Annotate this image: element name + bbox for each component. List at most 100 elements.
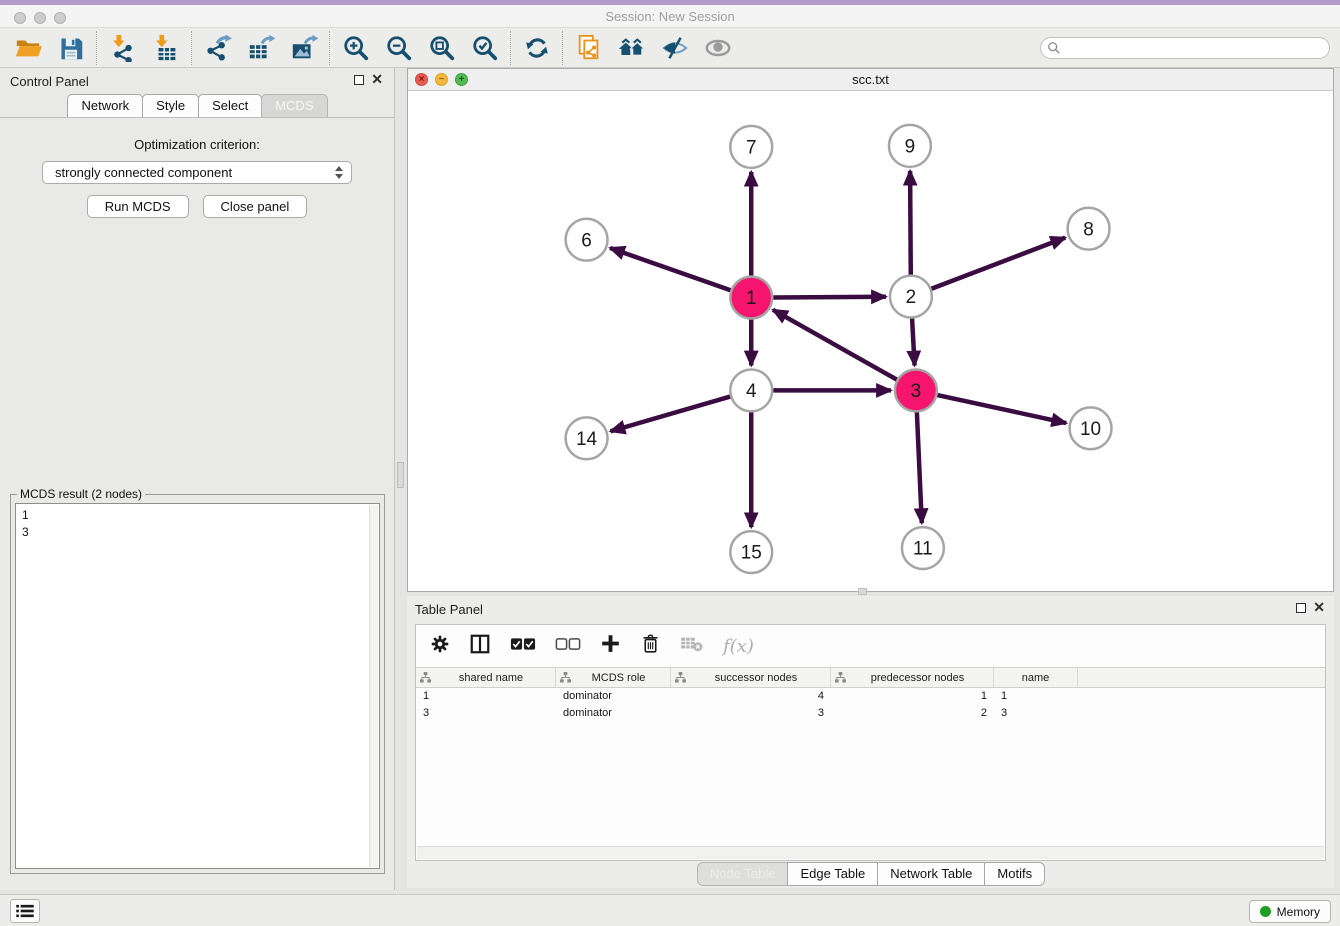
graph-node-label: 7 [746,138,757,159]
graph-node-label: 14 [576,429,597,450]
memory-button[interactable]: Memory [1249,900,1331,923]
graph-node-2[interactable]: 2 [890,276,932,318]
search-input[interactable] [1061,39,1329,57]
import-network-button[interactable] [101,30,144,66]
network-view-window: × − + scc.txt 7968124314101511 [407,68,1334,592]
graph-edge-1-6[interactable] [610,248,730,290]
deselect-all-columns-button[interactable] [555,637,581,656]
column-header-mcds-role[interactable]: MCDS role [556,668,671,687]
close-panel-icon[interactable]: ✕ [371,71,383,88]
delete-table-button[interactable] [680,635,704,658]
table-row[interactable]: 1dominator411 [416,688,1325,705]
run-mcds-button[interactable]: Run MCDS [87,195,189,218]
network-title: scc.txt [408,72,1333,87]
cell-name[interactable]: 1 [994,688,1078,705]
export-network-button[interactable] [196,30,239,66]
tab-motifs[interactable]: Motifs [984,862,1045,886]
show-all-button[interactable] [696,30,739,66]
graph-edge-3-1[interactable] [773,310,897,380]
zoom-out-button[interactable] [377,30,420,66]
tab-style[interactable]: Style [142,94,199,117]
graph-edge-1-2[interactable] [773,297,886,298]
cell-successor-nodes[interactable]: 4 [671,688,831,705]
cell-predecessor-nodes[interactable]: 2 [831,705,994,722]
tab-select[interactable]: Select [198,94,262,117]
float-table-panel-icon[interactable] [1296,603,1306,613]
open-folder-button[interactable] [6,30,49,66]
cell-name[interactable]: 3 [994,705,1078,722]
graph-node-7[interactable]: 7 [730,126,772,168]
task-history-button[interactable] [10,899,40,923]
graph-edge-3-10[interactable] [937,395,1066,423]
graph-edge-2-3[interactable] [912,319,914,366]
cell-successor-nodes[interactable]: 3 [671,705,831,722]
network-canvas[interactable]: 7 9 6 8 1 2 4 3 14 10 15 11 [408,91,1333,591]
close-table-panel-icon[interactable]: ✕ [1313,599,1325,616]
tab-node-table[interactable]: Node Table [697,862,789,886]
graph-edge-2-8[interactable] [931,238,1065,289]
zoom-selected-button[interactable] [463,30,506,66]
zoom-fit-button[interactable] [420,30,463,66]
float-panel-icon[interactable] [354,75,364,85]
function-builder-button[interactable]: f(x) [723,636,754,657]
table-panel-title: Table Panel [415,602,483,617]
cell-shared-name[interactable]: 1 [416,688,556,705]
cell-mcds-role[interactable]: dominator [556,688,671,705]
graph-node-4[interactable]: 4 [730,369,772,411]
graph-node-15[interactable]: 15 [730,531,772,573]
tab-network[interactable]: Network [67,94,143,117]
tab-edge-table[interactable]: Edge Table [787,862,878,886]
status-bar: Memory [0,894,1340,926]
vertical-splitter-grip[interactable] [397,462,404,488]
save-session-button[interactable] [49,30,92,66]
tab-network-table[interactable]: Network Table [877,862,985,886]
column-header-predecessor-nodes[interactable]: predecessor nodes [831,668,994,687]
zoom-in-button[interactable] [334,30,377,66]
column-header-successor-nodes[interactable]: successor nodes [671,668,831,687]
graph-node-9[interactable]: 9 [889,125,931,167]
search-field[interactable] [1040,37,1330,59]
graph-node-14[interactable]: 14 [566,417,608,459]
cell-predecessor-nodes[interactable]: 1 [831,688,994,705]
toolbar-separator [510,31,511,65]
horizontal-splitter-grip[interactable] [858,588,867,595]
first-neighbors-button[interactable] [610,30,653,66]
graph-node-1[interactable]: 1 [730,277,772,319]
graph-edge-3-11[interactable] [917,412,922,523]
table-horizontal-scrollbar[interactable] [417,846,1324,859]
criterion-dropdown[interactable]: strongly connected component [42,161,352,184]
close-panel-button[interactable]: Close panel [203,195,308,218]
plus-icon [600,633,621,654]
graph-node-10[interactable]: 10 [1070,407,1112,449]
duplicate-network-button[interactable] [567,30,610,66]
result-scrollbar[interactable] [369,505,378,867]
graph-node-label: 8 [1083,219,1094,240]
settings-gear-button[interactable] [430,634,450,659]
network-graph[interactable]: 7 9 6 8 1 2 4 3 14 10 15 11 [408,91,1333,591]
mcds-result-box: 1 3 [15,503,380,869]
delete-column-button[interactable] [640,633,661,659]
graph-node-8[interactable]: 8 [1068,208,1110,250]
graph-node-11[interactable]: 11 [902,527,944,569]
add-column-button[interactable] [600,633,621,659]
graph-node-label: 4 [746,381,757,402]
column-header-name[interactable]: name [994,668,1078,687]
tab-mcds[interactable]: MCDS [261,94,327,117]
split-columns-button[interactable] [469,633,491,660]
apply-layout-button[interactable] [515,30,558,66]
import-table-button[interactable] [144,30,187,66]
graph-node-3[interactable]: 3 [895,369,937,411]
graph-node-6[interactable]: 6 [566,219,608,261]
export-table-button[interactable] [239,30,282,66]
table-panel: Table Panel ✕ [407,596,1334,888]
column-header-shared-name[interactable]: shared name [416,668,556,687]
cell-shared-name[interactable]: 3 [416,705,556,722]
graph-edge-2-9[interactable] [910,171,911,275]
table-panel-tabs: Node TableEdge TableNetwork TableMotifs [407,862,1334,886]
table-row[interactable]: 3dominator323 [416,705,1325,722]
cell-mcds-role[interactable]: dominator [556,705,671,722]
export-image-button[interactable] [282,30,325,66]
graph-edge-4-14[interactable] [611,397,731,432]
hide-selected-button[interactable] [653,30,696,66]
select-all-columns-button[interactable] [510,637,536,656]
